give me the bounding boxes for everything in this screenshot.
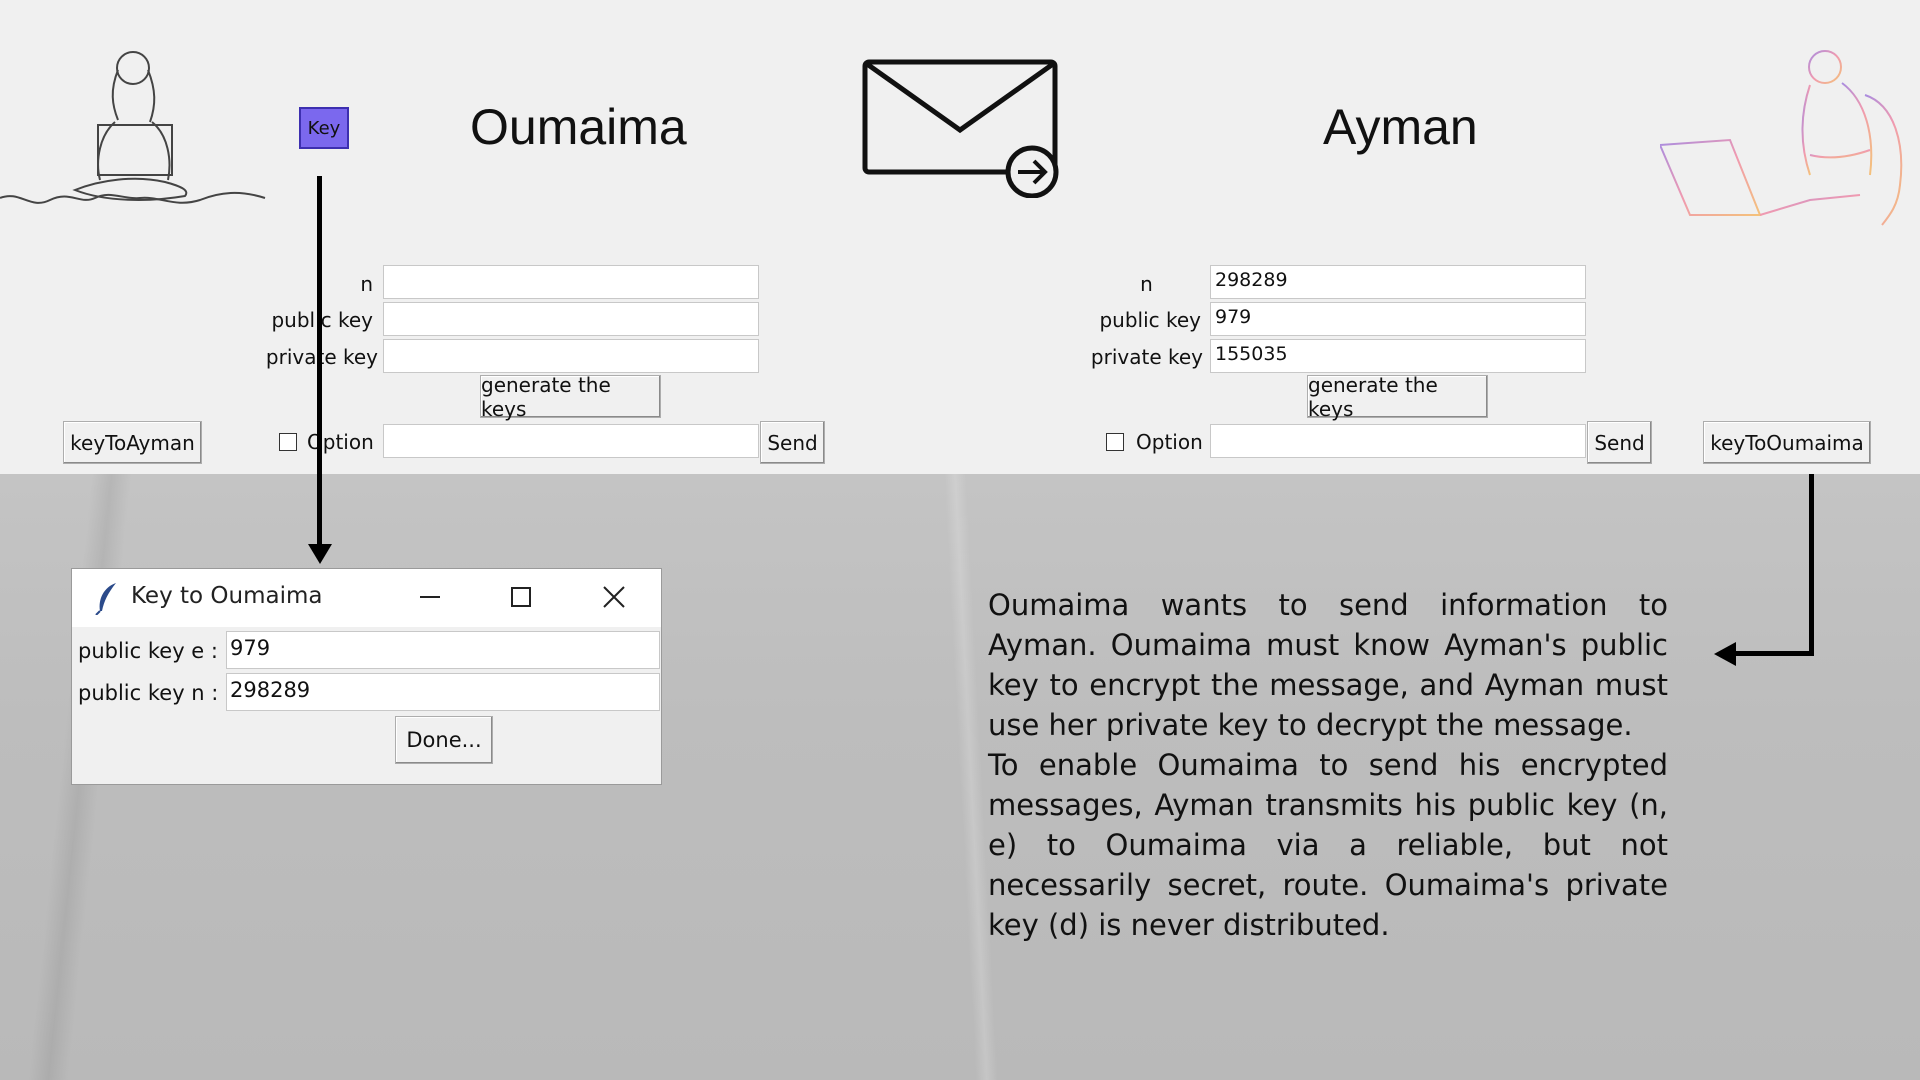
woman-laptop-illustration <box>0 51 266 204</box>
key-button[interactable]: Key <box>299 107 349 149</box>
close-icon[interactable] <box>594 577 634 617</box>
key-arrow-line <box>317 176 322 548</box>
right-private-key-field[interactable]: 155035 <box>1210 339 1586 373</box>
transfer-arrow-vertical <box>1809 474 1814 656</box>
oumaima-title: Oumaima <box>470 99 687 155</box>
dialog-done-button[interactable]: Done... <box>395 716 493 764</box>
right-message-field[interactable] <box>1210 424 1586 458</box>
key-to-ayman-button[interactable]: keyToAyman <box>63 421 202 464</box>
description-paragraph-2: To enable Oumaima to send his encrypted … <box>988 748 1668 942</box>
dialog-public-key-n-field[interactable]: 298289 <box>226 673 660 711</box>
transfer-arrow-horizontal <box>1730 651 1814 656</box>
left-send-button[interactable]: Send <box>760 421 825 464</box>
left-n-field[interactable] <box>383 265 759 299</box>
left-generate-keys-button[interactable]: generate the keys <box>480 373 661 421</box>
right-private-key-label: private key <box>1090 345 1203 369</box>
ayman-title: Ayman <box>1323 99 1478 155</box>
left-public-key-field[interactable] <box>383 302 759 336</box>
right-n-label: n <box>1140 272 1153 296</box>
dialog-titlebar[interactable]: Key to Oumaima <box>72 569 661 627</box>
right-public-key-label: public key <box>1099 308 1201 332</box>
left-private-key-field[interactable] <box>383 339 759 373</box>
right-n-field[interactable]: 298289 <box>1210 265 1586 299</box>
man-desk-illustration <box>1660 50 1903 230</box>
minimize-icon[interactable] <box>410 577 450 617</box>
dialog-public-key-e-field[interactable]: 979 <box>226 631 660 669</box>
left-message-field[interactable] <box>383 424 759 458</box>
description-text: Oumaima wants to send information to Aym… <box>988 585 1668 945</box>
right-generate-keys-button[interactable]: generate the keys <box>1307 373 1488 421</box>
key-to-oumaima-dialog: Key to Oumaima public key e : 979 public… <box>71 568 662 785</box>
right-send-button[interactable]: Send <box>1587 421 1652 464</box>
right-option-label: Option <box>1136 430 1203 454</box>
description-paragraph-1: Oumaima wants to send information to Aym… <box>988 588 1668 742</box>
maximize-icon[interactable] <box>501 577 541 617</box>
key-to-oumaima-button[interactable]: keyToOumaima <box>1703 421 1871 464</box>
dialog-public-key-n-label: public key n : <box>78 681 219 705</box>
right-option-checkbox[interactable] <box>1106 433 1124 451</box>
feather-icon <box>95 583 116 615</box>
dialog-title: Key to Oumaima <box>131 583 323 609</box>
envelope-send-icon <box>862 59 1059 198</box>
right-public-key-field[interactable]: 979 <box>1210 302 1586 336</box>
down-arrowhead-icon <box>308 544 332 564</box>
left-arrowhead-icon <box>1714 642 1736 666</box>
left-option-checkbox[interactable] <box>279 433 297 451</box>
app-window: Key Oumaima Ayman n public key private k… <box>0 0 1920 474</box>
dialog-public-key-e-label: public key e : <box>78 639 218 663</box>
